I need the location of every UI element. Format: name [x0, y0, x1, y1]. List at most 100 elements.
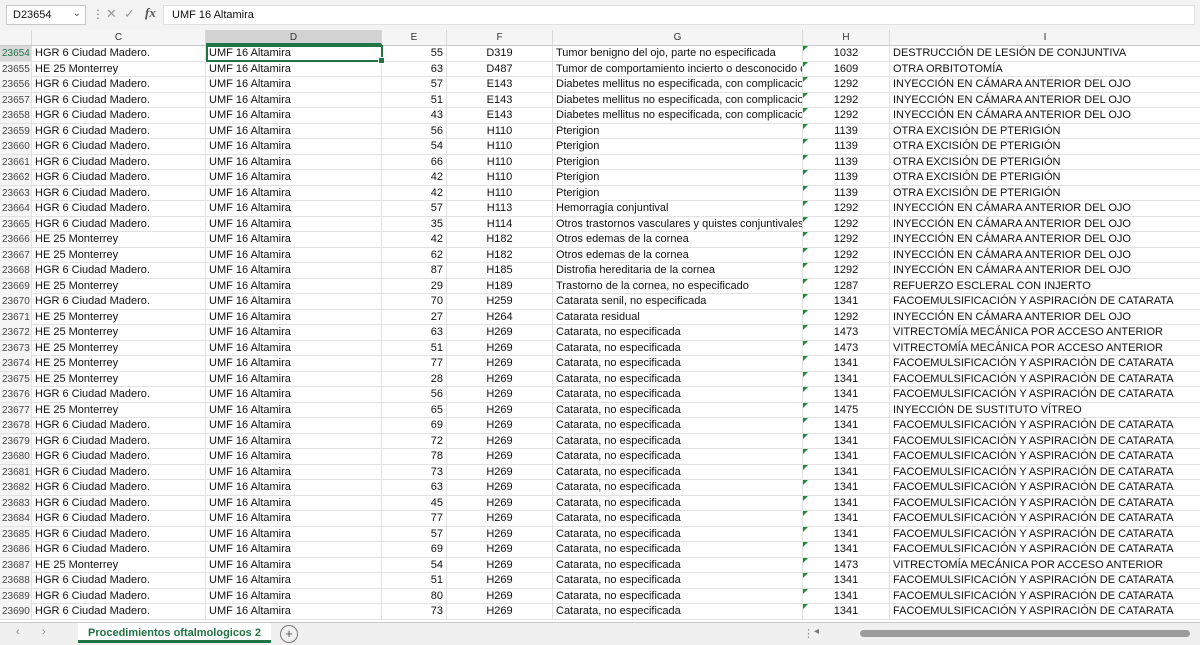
- cell-age[interactable]: 73: [382, 464, 447, 480]
- cell-procedure-code[interactable]: 1473: [803, 557, 890, 573]
- cell-unit[interactable]: UMF 16 Altamira: [206, 278, 382, 294]
- cell-procedure[interactable]: FACOEMULSIFICACIÓN Y ASPIRACIÓN DE CATAR…: [890, 542, 1200, 557]
- cell-procedure-code[interactable]: 1341: [803, 604, 890, 619]
- cell-diagnosis-code[interactable]: H269: [447, 371, 553, 387]
- cell-diagnosis[interactable]: Catarata, no especificada: [553, 511, 803, 526]
- cell-procedure-code[interactable]: 1292: [803, 232, 890, 247]
- cell-diagnosis-code[interactable]: H110: [447, 185, 553, 201]
- row-number[interactable]: 23672: [0, 325, 32, 340]
- row-number[interactable]: 23669: [0, 278, 32, 294]
- cell-unit[interactable]: UMF 16 Altamira: [206, 232, 382, 247]
- cell-procedure[interactable]: INYECCIÓN EN CÁMARA ANTERIOR DEL OJO: [890, 263, 1200, 278]
- cell-hospital[interactable]: HGR 6 Ciudad Madero.: [32, 139, 206, 154]
- cell-hospital[interactable]: HGR 6 Ciudad Madero.: [32, 185, 206, 201]
- row-number[interactable]: 23685: [0, 526, 32, 542]
- cell-age[interactable]: 70: [382, 294, 447, 309]
- row-number[interactable]: 23687: [0, 557, 32, 573]
- cell-procedure-code[interactable]: 1473: [803, 325, 890, 340]
- cell-procedure-code[interactable]: 1292: [803, 201, 890, 216]
- cell-hospital[interactable]: HE 25 Monterrey: [32, 325, 206, 340]
- cell-diagnosis[interactable]: Catarata, no especificada: [553, 356, 803, 371]
- row-number[interactable]: 23671: [0, 309, 32, 325]
- cell-procedure[interactable]: INYECCIÓN EN CÁMARA ANTERIOR DEL OJO: [890, 77, 1200, 92]
- cell-diagnosis-code[interactable]: H269: [447, 495, 553, 511]
- cell-hospital[interactable]: HGR 6 Ciudad Madero.: [32, 418, 206, 433]
- cell-unit[interactable]: UMF 16 Altamira: [206, 356, 382, 371]
- cell-diagnosis-code[interactable]: H269: [447, 557, 553, 573]
- cell-diagnosis[interactable]: Otros edemas de la cornea: [553, 247, 803, 263]
- cell-hospital[interactable]: HGR 6 Ciudad Madero.: [32, 433, 206, 449]
- cell-diagnosis[interactable]: Distrofia hereditaria de la cornea: [553, 263, 803, 278]
- cell-diagnosis[interactable]: Catarata, no especificada: [553, 418, 803, 433]
- cell-unit[interactable]: UMF 16 Altamira: [206, 542, 382, 557]
- cell-unit[interactable]: UMF 16 Altamira: [206, 449, 382, 464]
- cell-hospital[interactable]: HGR 6 Ciudad Madero.: [32, 123, 206, 139]
- cell-hospital[interactable]: HGR 6 Ciudad Madero.: [32, 604, 206, 619]
- cell-procedure[interactable]: VITRECTOMÍA MECÁNICA POR ACCESO ANTERIOR: [890, 341, 1200, 356]
- cell-unit[interactable]: UMF 16 Altamira: [206, 340, 382, 356]
- cell-diagnosis-code[interactable]: H182: [447, 232, 553, 247]
- cell-hospital[interactable]: HE 25 Monterrey: [32, 232, 206, 247]
- row-number[interactable]: 23682: [0, 480, 32, 495]
- cell-procedure-code[interactable]: 1475: [803, 402, 890, 418]
- cell-hospital[interactable]: HGR 6 Ciudad Madero.: [32, 108, 206, 123]
- cell-diagnosis-code[interactable]: H269: [447, 433, 553, 449]
- column-header-i[interactable]: I: [890, 30, 1200, 45]
- cell-hospital[interactable]: HGR 6 Ciudad Madero.: [32, 387, 206, 402]
- cell-procedure-code[interactable]: 1292: [803, 77, 890, 92]
- row-number[interactable]: 23681: [0, 464, 32, 480]
- cell-unit[interactable]: UMF 16 Altamira: [206, 526, 382, 542]
- cell-procedure[interactable]: FACOEMULSIFICACIÓN Y ASPIRACIÓN DE CATAR…: [890, 589, 1200, 604]
- cell-hospital[interactable]: HGR 6 Ciudad Madero.: [32, 511, 206, 526]
- cell-procedure[interactable]: INYECCIÓN EN CÁMARA ANTERIOR DEL OJO: [890, 310, 1200, 325]
- cell-procedure[interactable]: FACOEMULSIFICACIÓN Y ASPIRACIÓN DE CATAR…: [890, 465, 1200, 480]
- cell-procedure-code[interactable]: 1341: [803, 588, 890, 604]
- name-box[interactable]: D23654 ⌄: [6, 5, 86, 25]
- cell-procedure-code[interactable]: 1341: [803, 294, 890, 309]
- cell-procedure-code[interactable]: 1341: [803, 464, 890, 480]
- cell-diagnosis[interactable]: Catarata, no especificada: [553, 526, 803, 542]
- cell-hospital[interactable]: HE 25 Monterrey: [32, 402, 206, 418]
- scroll-left-icon[interactable]: ◂: [814, 626, 819, 637]
- cell-unit[interactable]: UMF 16 Altamira: [206, 92, 382, 108]
- row-number[interactable]: 23679: [0, 433, 32, 449]
- cell-age[interactable]: 63: [382, 325, 447, 340]
- cell-procedure-code[interactable]: 1341: [803, 480, 890, 495]
- cell-diagnosis[interactable]: Catarata, no especificada: [553, 433, 803, 449]
- row-number[interactable]: 23680: [0, 449, 32, 464]
- cell-hospital[interactable]: HE 25 Monterrey: [32, 309, 206, 325]
- cell-procedure-code[interactable]: 1292: [803, 263, 890, 278]
- column-header-d[interactable]: D: [206, 30, 382, 45]
- cell-diagnosis-code[interactable]: H264: [447, 309, 553, 325]
- fx-icon[interactable]: fx: [145, 5, 156, 21]
- cell-hospital[interactable]: HGR 6 Ciudad Madero.: [32, 495, 206, 511]
- cell-procedure[interactable]: INYECCIÓN EN CÁMARA ANTERIOR DEL OJO: [890, 201, 1200, 216]
- cell-unit[interactable]: UMF 16 Altamira: [206, 123, 382, 139]
- cell-unit[interactable]: UMF 16 Altamira: [206, 588, 382, 604]
- row-number[interactable]: 23689: [0, 588, 32, 604]
- cell-age[interactable]: 57: [382, 526, 447, 542]
- sheet-tab-procedimientos[interactable]: Procedimientos oftalmologicos 2: [78, 623, 271, 643]
- cell-hospital[interactable]: HGR 6 Ciudad Madero.: [32, 154, 206, 170]
- cell-diagnosis[interactable]: Diabetes mellitus no especificada, con c…: [553, 92, 803, 108]
- cell-procedure-code[interactable]: 1341: [803, 573, 890, 588]
- row-number[interactable]: 23668: [0, 263, 32, 278]
- select-all-corner[interactable]: [0, 30, 32, 45]
- cell-hospital[interactable]: HE 25 Monterrey: [32, 557, 206, 573]
- cell-diagnosis[interactable]: Catarata residual: [553, 309, 803, 325]
- cell-procedure[interactable]: REFUERZO ESCLERAL CON INJERTO: [890, 279, 1200, 294]
- row-number[interactable]: 23686: [0, 542, 32, 557]
- cell-diagnosis[interactable]: Catarata, no especificada: [553, 402, 803, 418]
- cell-diagnosis-code[interactable]: H110: [447, 154, 553, 170]
- cell-diagnosis[interactable]: Catarata, no especificada: [553, 573, 803, 588]
- row-number[interactable]: 23673: [0, 340, 32, 356]
- cell-age[interactable]: 56: [382, 387, 447, 402]
- cell-unit[interactable]: UMF 16 Altamira: [206, 573, 382, 588]
- cell-diagnosis-code[interactable]: H269: [447, 418, 553, 433]
- cell-procedure[interactable]: INYECCIÓN EN CÁMARA ANTERIOR DEL OJO: [890, 232, 1200, 247]
- cell-diagnosis-code[interactable]: H189: [447, 278, 553, 294]
- cell-procedure[interactable]: OTRA ORBITOTOMÍA: [890, 62, 1200, 77]
- cell-unit[interactable]: UMF 16 Altamira: [206, 495, 382, 511]
- cell-unit[interactable]: UMF 16 Altamira: [206, 139, 382, 154]
- cell-age[interactable]: 35: [382, 216, 447, 232]
